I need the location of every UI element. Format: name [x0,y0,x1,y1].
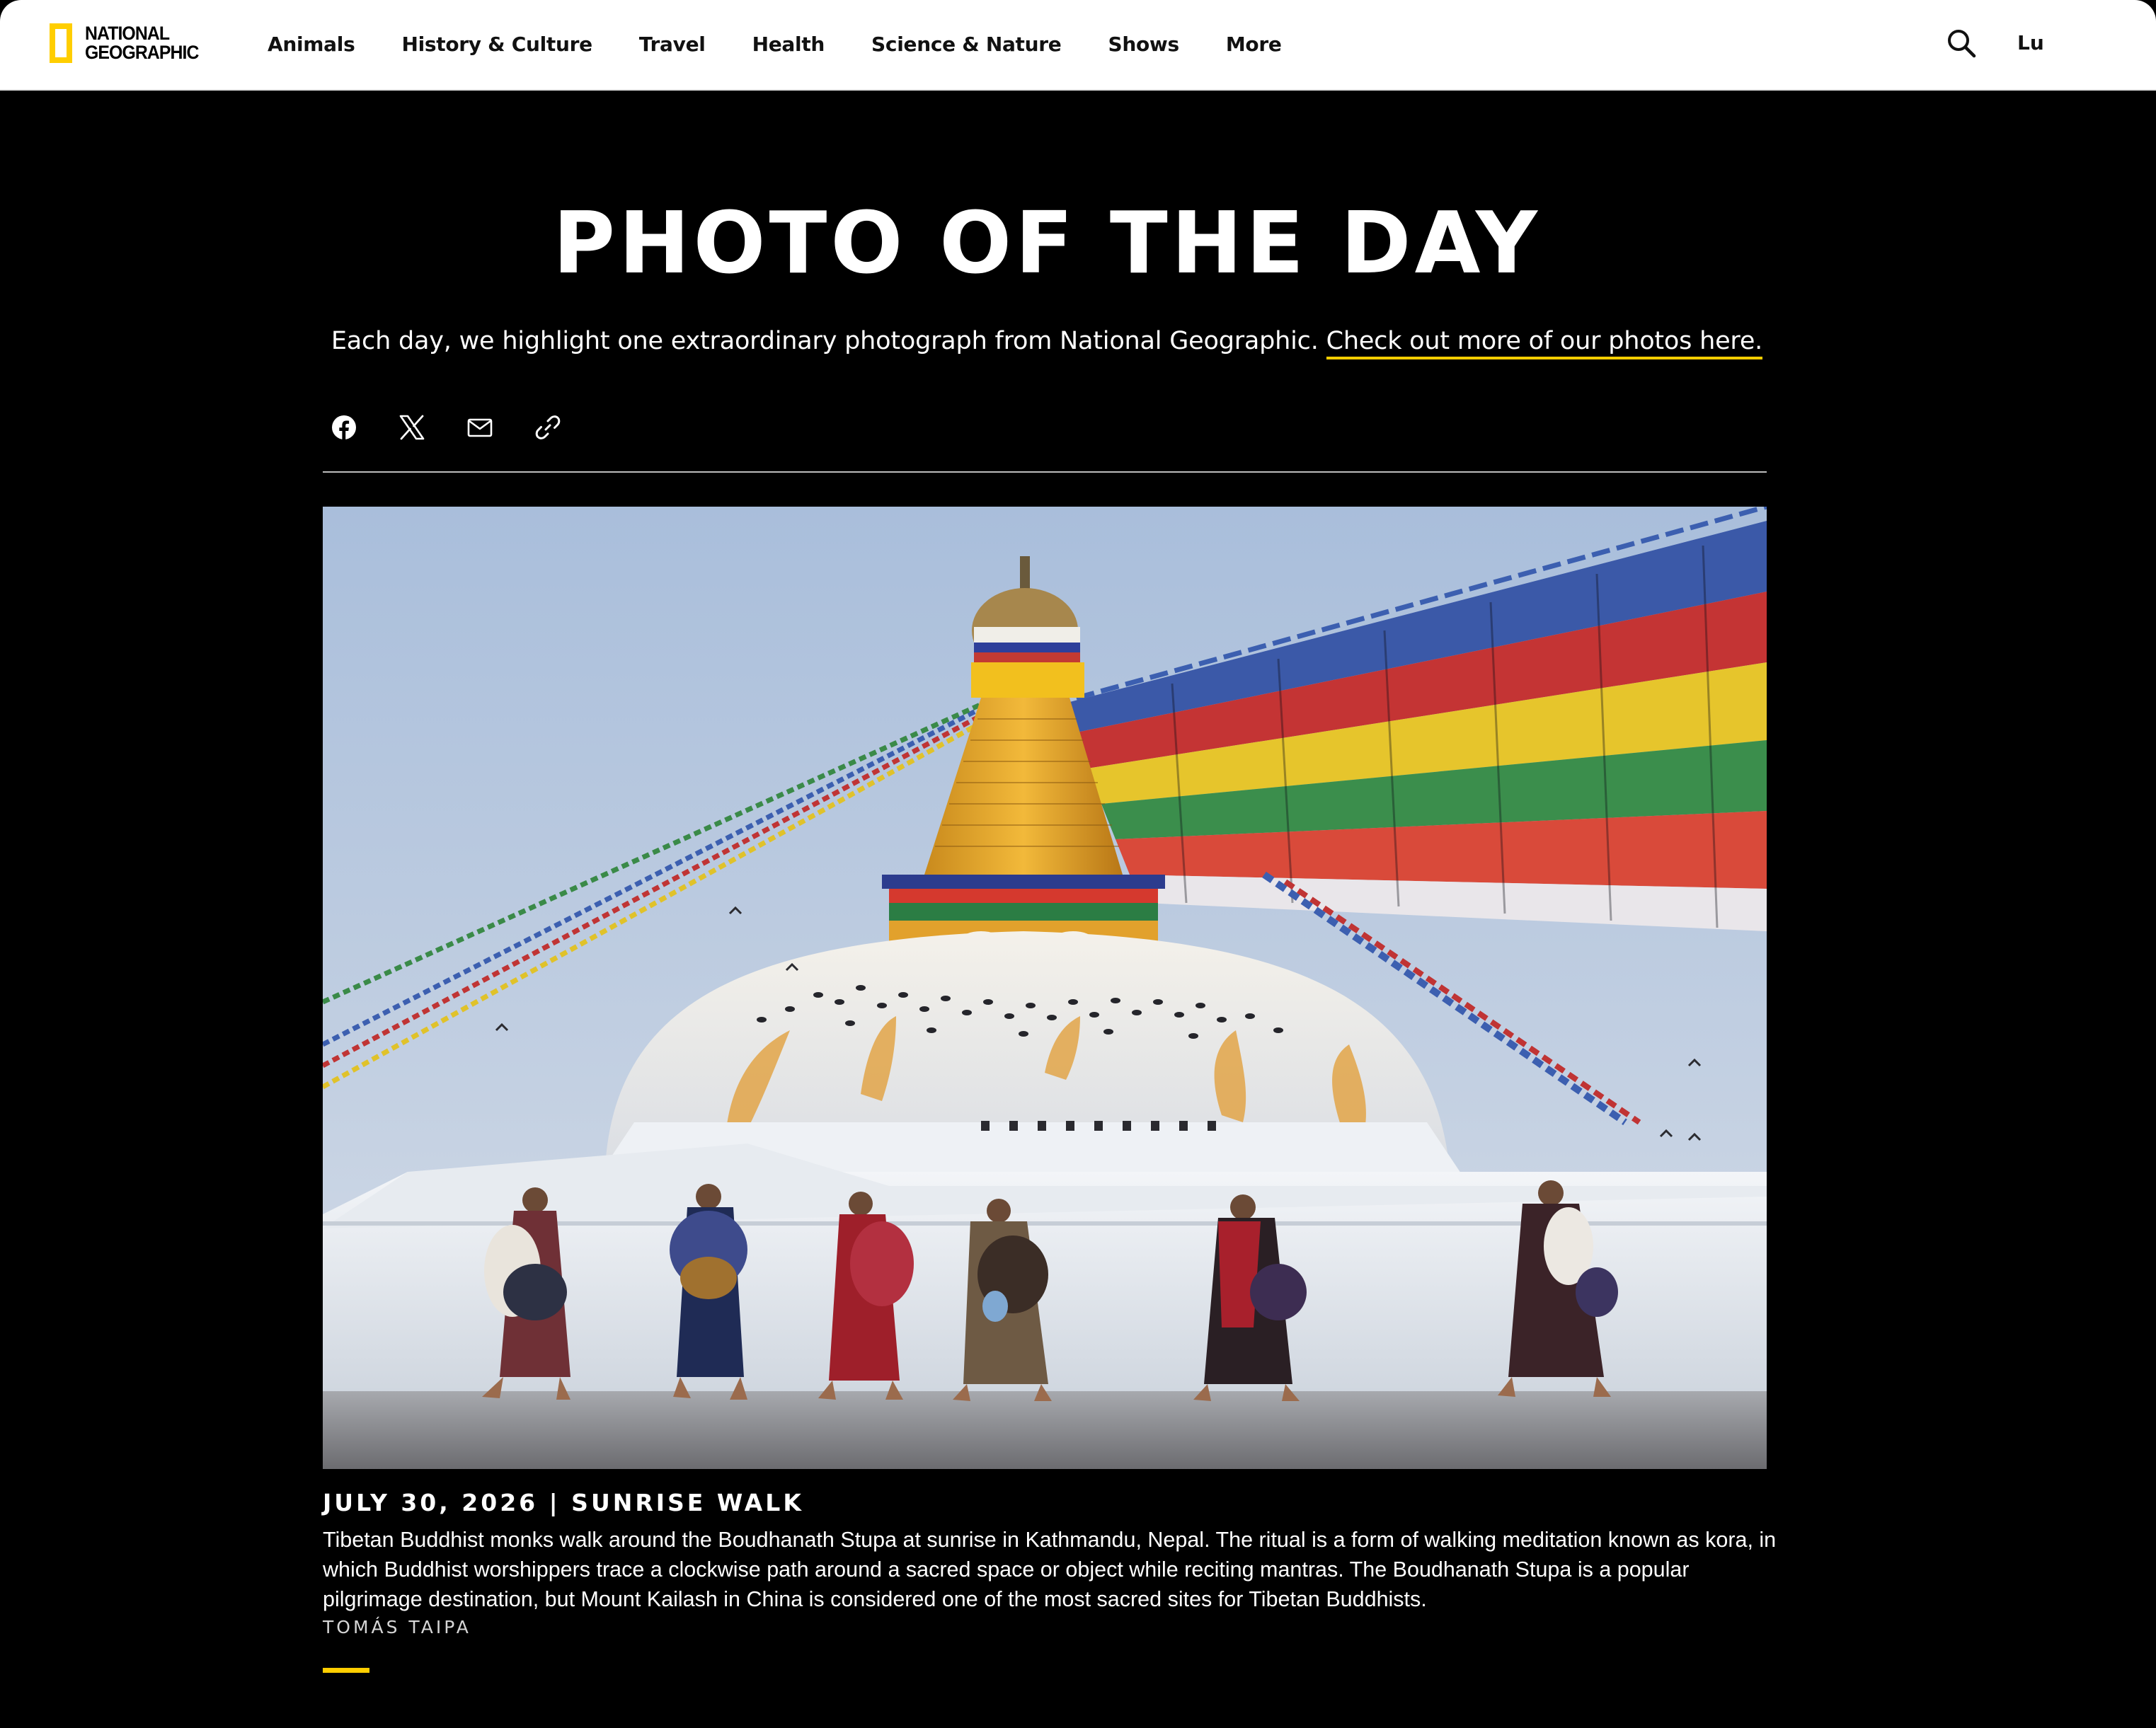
photo-caption-title: JULY 30, 2026 | SUNRISE WALK [323,1489,804,1516]
nav-item-science-nature[interactable]: Science & Nature [871,33,1062,56]
share-email-button[interactable] [460,408,500,447]
intro-text: Each day, we highlight one extraordinary… [331,327,1319,355]
more-photos-link[interactable]: Check out more of our photos here. [1326,327,1762,359]
user-account-button[interactable]: Lu [2017,28,2044,58]
email-icon [467,418,493,437]
x-icon [399,415,425,440]
nav-item-travel[interactable]: Travel [639,33,706,56]
share-divider [323,471,1767,473]
nav-item-health[interactable]: Health [752,33,825,56]
main-nav: Animals History & Culture Travel Health … [268,0,1282,88]
share-bar [324,408,596,447]
page-title: PHOTO OF THE DAY [553,195,1541,293]
intro-paragraph: Each day, we highlight one extraordinary… [0,321,2094,361]
share-facebook-button[interactable] [324,408,364,447]
logo-line-1: National [85,23,170,44]
photo-caption-text: Tibetan Buddhist monks walk around the B… [323,1528,1777,1611]
nav-item-history-culture[interactable]: History & Culture [401,33,592,56]
yellow-border-logo-icon [50,23,72,63]
logo-wordmark: National Geographic [85,24,199,62]
photo-credit: TOMÁS TAIPA [323,1617,471,1637]
natgeo-logo[interactable]: National Geographic [50,20,209,67]
facebook-icon [332,415,356,440]
page: National Geographic Animals History & Cu… [0,0,2156,1728]
nav-item-shows[interactable]: Shows [1108,33,1179,56]
link-icon [535,415,561,439]
photo-of-the-day-image[interactable] [323,507,1767,1469]
accent-bar [323,1668,369,1673]
logo-line-2: Geographic [85,42,199,63]
nav-item-animals[interactable]: Animals [268,33,355,56]
search-button[interactable] [1946,28,1976,58]
search-icon [1948,30,1976,58]
stupa-photo-illustration [323,507,1767,1469]
nav-item-more[interactable]: More [1226,33,1282,56]
copy-link-button[interactable] [528,408,568,447]
share-x-button[interactable] [392,408,432,447]
top-navigation: National Geographic Animals History & Cu… [0,0,2156,91]
